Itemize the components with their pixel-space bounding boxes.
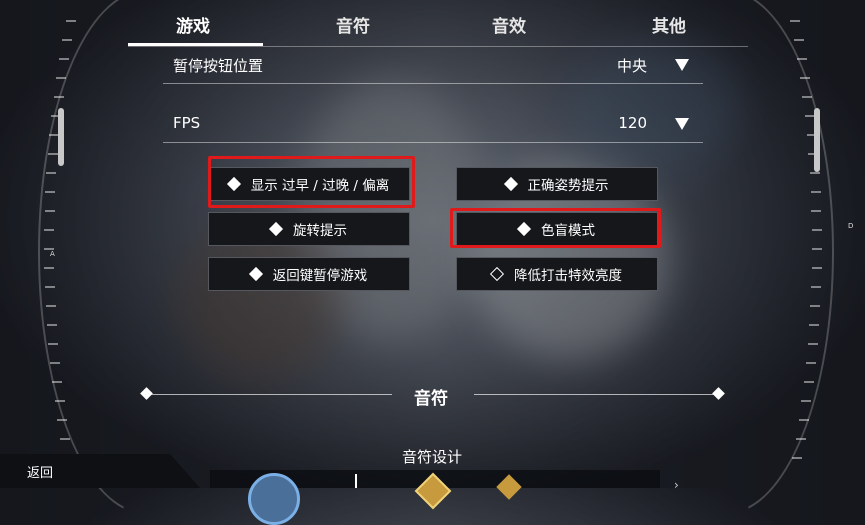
- highlight-box: [208, 156, 415, 208]
- dial-tick: [62, 39, 73, 41]
- section-divider: [150, 394, 392, 395]
- chevron-right-icon[interactable]: ›: [674, 478, 679, 492]
- dial-tick: [796, 58, 807, 60]
- dial-tick: [54, 400, 65, 402]
- setting-value: 中央: [616, 57, 647, 75]
- dial-tick: [811, 248, 822, 250]
- active-tab-underline: [128, 43, 263, 46]
- dial-tick: [60, 438, 71, 440]
- dial-tick: [44, 229, 55, 231]
- dial-tick: [44, 286, 55, 288]
- dropdown-arrow-icon[interactable]: [675, 59, 689, 71]
- dial-tick: [50, 362, 61, 364]
- hold-note-preview-icon: [355, 474, 357, 488]
- tab-game[interactable]: 游戏: [176, 12, 210, 37]
- dial-tick: [809, 324, 820, 326]
- note-design-heading: 音符设计: [402, 448, 463, 466]
- pause-button-position-setting[interactable]: 暂停按钮位置 中央: [163, 53, 703, 84]
- tab-notes[interactable]: 音符: [336, 12, 370, 37]
- right-scroll-indicator[interactable]: [814, 108, 820, 172]
- dial-tick: [802, 96, 813, 98]
- dial-tick: [44, 267, 55, 269]
- dial-tick: [790, 20, 801, 22]
- option-label: 返回键暂停游戏: [272, 268, 368, 284]
- dial-tick: [807, 343, 818, 345]
- section-diamond-icon: [712, 387, 725, 400]
- option-rotation-hint[interactable]: 旋转提示: [208, 212, 410, 246]
- dial-tick: [795, 438, 806, 440]
- dial-tick: [803, 381, 814, 383]
- dial-tick: [48, 343, 59, 345]
- back-button[interactable]: 返回: [0, 454, 200, 488]
- dial-tick: [801, 400, 812, 402]
- tab-other[interactable]: 其他: [652, 12, 686, 37]
- toggle-diamond-icon: [248, 266, 263, 282]
- dial-tick: [811, 229, 822, 231]
- tap-note-preview-icon[interactable]: [248, 473, 300, 525]
- dial-tick: [52, 381, 63, 383]
- option-correct-pose-hint[interactable]: 正确姿势提示: [456, 167, 658, 201]
- dial-tick: [44, 210, 55, 212]
- setting-label: 暂停按钮位置: [173, 57, 264, 75]
- dial-tick: [45, 305, 56, 307]
- dial-tick: [798, 419, 809, 421]
- option-reduce-hit-effect-brightness[interactable]: 降低打击特效亮度: [456, 257, 658, 291]
- left-dial-letter: A: [50, 250, 55, 258]
- setting-value: 120: [618, 114, 647, 132]
- dial-tick: [46, 324, 57, 326]
- dial-tick: [811, 286, 822, 288]
- dial-tick: [65, 20, 76, 22]
- option-label: 旋转提示: [293, 223, 347, 239]
- dial-tick: [45, 191, 56, 193]
- dial-tick: [799, 77, 810, 79]
- dial-tick: [809, 172, 820, 174]
- option-label: 正确姿势提示: [527, 178, 609, 194]
- dial-tick: [46, 172, 57, 174]
- option-back-key-pause[interactable]: 返回键暂停游戏: [208, 257, 410, 291]
- highlight-box: [450, 208, 661, 248]
- toggle-diamond-icon: [503, 176, 518, 192]
- dial-tick: [811, 210, 822, 212]
- dial-tick: [811, 267, 822, 269]
- dropdown-arrow-icon[interactable]: [675, 118, 689, 130]
- dial-tick: [57, 419, 68, 421]
- dial-tick: [792, 457, 803, 459]
- section-title: 音符: [414, 389, 448, 409]
- right-dial-letter: D: [848, 222, 854, 230]
- dial-tick: [805, 362, 816, 364]
- toggle-diamond-outline-icon: [489, 266, 505, 282]
- toggle-diamond-icon: [268, 221, 284, 237]
- dial-tick: [47, 153, 58, 155]
- dial-tick: [810, 305, 821, 307]
- option-label: 降低打击特效亮度: [514, 268, 622, 284]
- section-divider: [474, 394, 714, 395]
- back-button-label: 返回: [27, 466, 54, 481]
- dial-tick: [59, 58, 70, 60]
- left-scroll-indicator[interactable]: [58, 108, 64, 166]
- dial-tick: [56, 77, 67, 79]
- dial-tick: [810, 191, 821, 193]
- dial-tick: [53, 96, 64, 98]
- dial-tick: [793, 39, 804, 41]
- setting-label: FPS: [173, 114, 201, 132]
- fps-setting[interactable]: FPS 120: [163, 112, 703, 143]
- tab-sound-effects[interactable]: 音效: [492, 12, 526, 37]
